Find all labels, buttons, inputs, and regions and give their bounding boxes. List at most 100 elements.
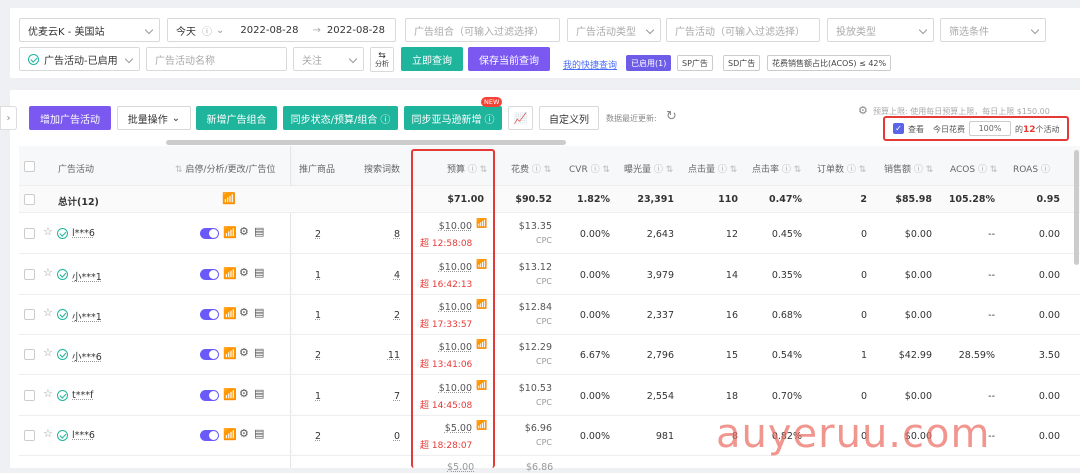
row-checkbox[interactable] [24,269,35,280]
enable-toggle[interactable] [200,349,219,360]
gear-icon[interactable]: ⚙ [239,387,249,400]
col-ops[interactable]: ⇅ 启停/分析/更改/广告位 [175,162,276,175]
col-acos[interactable]: ACOS ⓘ ⇅ [950,162,997,175]
keywords-count[interactable]: 7 [370,391,400,402]
star-icon[interactable]: ☆ [43,427,53,440]
campaign-name-link[interactable]: t***f [72,390,93,401]
keywords-count[interactable]: 2 [370,310,400,321]
gear-icon[interactable]: ⚙ [239,427,249,440]
enable-toggle[interactable] [200,390,219,401]
date-end[interactable]: 2022-08-28 [327,25,385,36]
enable-toggle[interactable] [200,228,219,239]
spend-percent-input[interactable]: 100% [969,121,1011,136]
keywords-count[interactable]: 11 [370,350,400,361]
quick-tag-sd[interactable]: SD广告 [723,55,761,71]
bar-chart-icon[interactable]: 📶 [223,347,237,360]
follow-select[interactable]: 关注 [293,47,364,71]
ad-type-select[interactable]: 广告活动类型 [567,18,661,42]
products-count[interactable]: 1 [315,270,321,281]
select-all-checkbox[interactable] [24,161,35,172]
document-icon[interactable]: ▤ [254,427,264,440]
document-icon[interactable]: ▤ [254,225,264,238]
quick-tag-acos[interactable]: 花费销售额占比(ACOS) ≤ 42% [767,55,892,71]
col-cvr[interactable]: CVR ⓘ ⇅ [569,162,610,175]
col-orders[interactable]: 订单数 ⓘ ⇅ [817,162,866,175]
col-impressions[interactable]: 曝光量 ⓘ ⇅ [624,162,673,175]
campaign-name-input[interactable]: 广告活动名称 [146,47,287,71]
bar-chart-icon[interactable]: 📶 [223,388,237,401]
campaign-name-link[interactable]: 小***1 [72,269,102,283]
document-icon[interactable]: ▤ [254,387,264,400]
date-start[interactable]: 2022-08-28 [240,25,298,36]
products-count[interactable]: 2 [315,350,321,361]
products-count[interactable]: 1 [315,310,321,321]
col-products[interactable]: 推广商品 [299,162,335,175]
products-count[interactable]: 1 [315,391,321,402]
chart-toggle-button[interactable]: 📈 [508,106,533,130]
custom-columns-button[interactable]: 自定义列 [539,106,599,130]
bar-chart-icon[interactable]: 📶 [223,428,237,441]
refresh-icon[interactable]: ↻ [666,109,677,124]
star-icon[interactable]: ☆ [43,225,53,238]
save-query-button[interactable]: 保存当前查询 [468,47,550,71]
col-roas[interactable]: ROAS ⓘ [1013,162,1050,175]
col-spend[interactable]: 花费 ⓘ ⇅ [511,162,551,175]
view-checkbox[interactable]: ✓ [893,123,904,134]
vertical-scrollbar[interactable] [1074,150,1079,265]
col-campaign[interactable]: 广告活动 [58,162,94,175]
keywords-count[interactable]: 0 [370,431,400,442]
analyze-button[interactable]: ⇆ 分析 [370,47,394,72]
gear-icon[interactable]: ⚙ [239,225,249,238]
campaign-name-link[interactable]: 小***6 [72,349,102,363]
col-keywords[interactable]: 搜索词数 [364,162,400,175]
settings-icon[interactable]: ⚙ [858,104,868,117]
products-count[interactable]: 2 [315,229,321,240]
enable-toggle[interactable] [200,309,219,320]
star-icon[interactable]: ☆ [43,387,53,400]
col-clicks[interactable]: 点击量 ⓘ ⇅ [688,162,737,175]
add-campaign-button[interactable]: 增加广告活动 [29,106,111,130]
date-preset[interactable]: 今天 [176,23,196,38]
enable-toggle[interactable] [200,430,219,441]
condition-select[interactable]: 筛选条件 [940,18,1046,42]
bar-chart-icon[interactable]: 📶 [222,192,236,205]
row-checkbox[interactable] [24,430,35,441]
row-checkbox[interactable] [24,390,35,401]
new-group-button[interactable]: 新增广告组合 [196,106,277,130]
bar-chart-icon[interactable]: 📶 [223,267,237,280]
row-checkbox[interactable] [24,309,35,320]
col-ctr[interactable]: 点击率 ⓘ ⇅ [752,162,801,175]
quick-tag-enabled[interactable]: 已启用(1) [626,55,672,71]
total-row-checkbox[interactable] [24,194,35,205]
campaign-name-link[interactable]: l***6 [72,430,95,441]
date-range-picker[interactable]: 今天 ⓘ ⌄ 2022-08-28 → 2022-08-28 [167,18,396,42]
batch-ops-button[interactable]: 批量操作 ⌄ [117,106,191,130]
sidebar-expand-handle[interactable]: › [0,106,17,130]
placement-select[interactable]: 投放类型 [827,18,934,42]
row-checkbox[interactable] [24,349,35,360]
col-sales[interactable]: 销售额 ⓘ ⇅ [884,162,933,175]
campaign-filter[interactable]: 广告活动（可输入过滤选择） [666,18,820,42]
status-select[interactable]: 广告活动-已启用 [19,47,140,71]
campaign-name-link[interactable]: l***6 [72,228,95,239]
sync-status-button[interactable]: 同步状态/预算/组合 ⓘ [283,106,398,130]
campaign-name-link[interactable]: 小***1 [72,309,102,323]
gear-icon[interactable]: ⚙ [239,346,249,359]
site-select[interactable]: 优麦云K - 美国站 [19,18,160,42]
quick-tag-sp[interactable]: SP广告 [677,55,713,71]
document-icon[interactable]: ▤ [254,266,264,279]
star-icon[interactable]: ☆ [43,266,53,279]
row-checkbox[interactable] [24,228,35,239]
products-count[interactable]: 2 [315,431,321,442]
ad-group-filter[interactable]: 广告组合（可输入过滤选择） [405,18,560,42]
keywords-count[interactable]: 4 [370,270,400,281]
sync-amazon-button[interactable]: 同步亚马逊新增 ⓘ [404,106,502,130]
query-button[interactable]: 立即查询 [401,47,463,71]
horizontal-scrollbar[interactable] [166,140,566,145]
bar-chart-icon[interactable]: 📶 [223,226,237,239]
bar-chart-icon[interactable]: 📶 [223,307,237,320]
enable-toggle[interactable] [200,269,219,280]
star-icon[interactable]: ☆ [43,306,53,319]
gear-icon[interactable]: ⚙ [239,306,249,319]
keywords-count[interactable]: 8 [370,229,400,240]
